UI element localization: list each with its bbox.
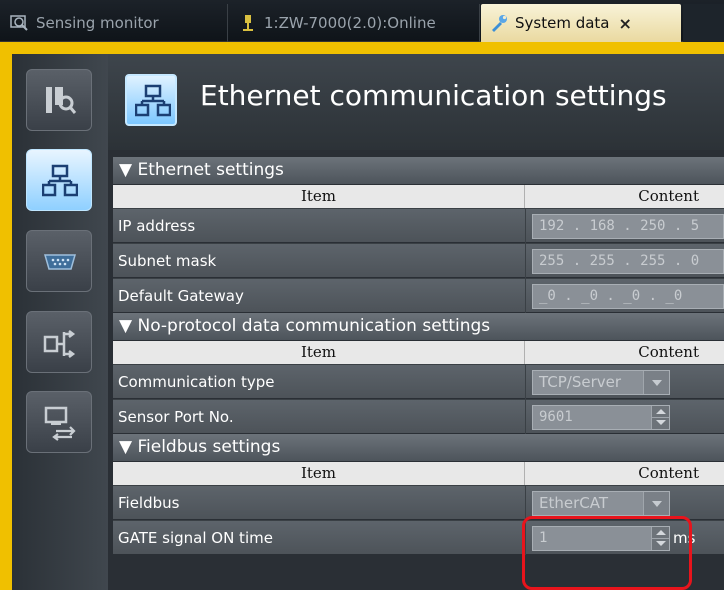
table-row: Default Gateway _0 . _0 . _0 . _0	[113, 278, 724, 313]
sidebar-item-serial[interactable]	[26, 230, 92, 292]
divider	[525, 400, 526, 434]
chevron-down-icon[interactable]	[643, 371, 669, 394]
spin-up-icon[interactable]	[656, 409, 666, 414]
serial-port-icon	[44, 254, 76, 270]
section-header-no-protocol[interactable]: ▼ No-protocol data communication setting…	[113, 313, 724, 340]
select-value: TCP/Server	[539, 373, 622, 391]
divider	[525, 365, 526, 399]
sidebar-item-display-transfer[interactable]	[26, 391, 92, 453]
tab-bar-filler	[683, 4, 724, 42]
divider	[525, 279, 526, 313]
sidebar	[12, 54, 108, 590]
column-content-header: Content	[638, 187, 699, 205]
subnet-mask-field[interactable]: 255 . 255 . 255 . 0	[532, 249, 724, 274]
magnifier-monitor-icon	[10, 13, 30, 33]
communication-type-select[interactable]: TCP/Server	[532, 370, 670, 395]
highlight-box	[522, 516, 692, 590]
page-header: Ethernet communication settings	[108, 54, 724, 150]
sensor-device-icon	[238, 13, 258, 33]
divider	[652, 417, 669, 418]
tab-label: System data	[515, 14, 610, 32]
tab-system-data[interactable]: System data ×	[481, 4, 681, 42]
table-row: IP address 192 . 168 . 250 . 5	[113, 208, 724, 243]
spin-buttons[interactable]	[651, 406, 669, 429]
section-header-ethernet[interactable]: ▼ Ethernet settings	[113, 157, 724, 184]
column-header: Item Content	[113, 185, 724, 208]
row-label: Communication type	[118, 373, 275, 391]
column-header: Item Content	[113, 341, 724, 364]
row-label: Sensor Port No.	[118, 408, 234, 426]
tab-sensing-monitor[interactable]: Sensing monitor	[2, 4, 228, 42]
default-gateway-field[interactable]: _0 . _0 . _0 . _0	[532, 284, 724, 309]
select-value: EtherCAT	[539, 494, 608, 512]
row-label: Subnet mask	[118, 252, 217, 270]
column-item-header: Item	[113, 341, 525, 364]
ethernet-network-icon	[42, 164, 78, 197]
tab-bar: Sensing monitor 1:ZW-7000(2.0):Online Sy…	[0, 0, 724, 42]
sidebar-item-sensor-search[interactable]	[26, 69, 92, 131]
table-row: Communication type TCP/Server	[113, 364, 724, 399]
stepper-value: 9601	[539, 409, 573, 425]
tab-label: 1:ZW-7000(2.0):Online	[264, 14, 436, 32]
page-title: Ethernet communication settings	[200, 79, 667, 112]
table-row: Sensor Port No. 9601	[113, 399, 724, 434]
ethernet-network-icon	[125, 74, 177, 126]
row-label: Default Gateway	[118, 287, 244, 305]
sensor-port-stepper[interactable]: 9601	[532, 405, 670, 430]
sidebar-item-ethernet[interactable]	[26, 149, 92, 211]
column-content-header: Content	[638, 464, 699, 482]
column-content-header: Content	[638, 343, 699, 361]
column-header: Item Content	[113, 462, 724, 485]
row-label: IP address	[118, 217, 196, 235]
table-row: Subnet mask 255 . 255 . 255 . 0	[113, 243, 724, 278]
column-item-header: Item	[113, 462, 525, 485]
divider	[525, 486, 526, 520]
chevron-down-icon[interactable]	[643, 492, 669, 515]
column-item-header: Item	[113, 185, 525, 208]
fieldbus-select[interactable]: EtherCAT	[532, 491, 670, 516]
row-label: Fieldbus	[118, 494, 180, 512]
settings-panel: Ethernet communication settings ▼ Ethern…	[108, 54, 724, 590]
row-label: GATE signal ON time	[118, 529, 273, 547]
wrench-icon	[489, 13, 509, 33]
display-transfer-icon	[44, 406, 76, 441]
tab-device-online[interactable]: 1:ZW-7000(2.0):Online	[230, 4, 480, 42]
ip-address-field[interactable]: 192 . 168 . 250 . 5	[532, 214, 724, 239]
divider	[525, 209, 526, 243]
divider	[525, 244, 526, 278]
table-row: Fieldbus EtherCAT	[113, 485, 724, 520]
spin-down-icon[interactable]	[656, 420, 666, 425]
sidebar-item-io[interactable]	[26, 311, 92, 373]
sensor-search-icon	[46, 87, 77, 114]
io-arrow-icon	[43, 330, 76, 358]
section-header-fieldbus[interactable]: ▼ Fieldbus settings	[113, 434, 724, 461]
tab-label: Sensing monitor	[36, 14, 159, 32]
close-icon[interactable]: ×	[619, 14, 632, 33]
